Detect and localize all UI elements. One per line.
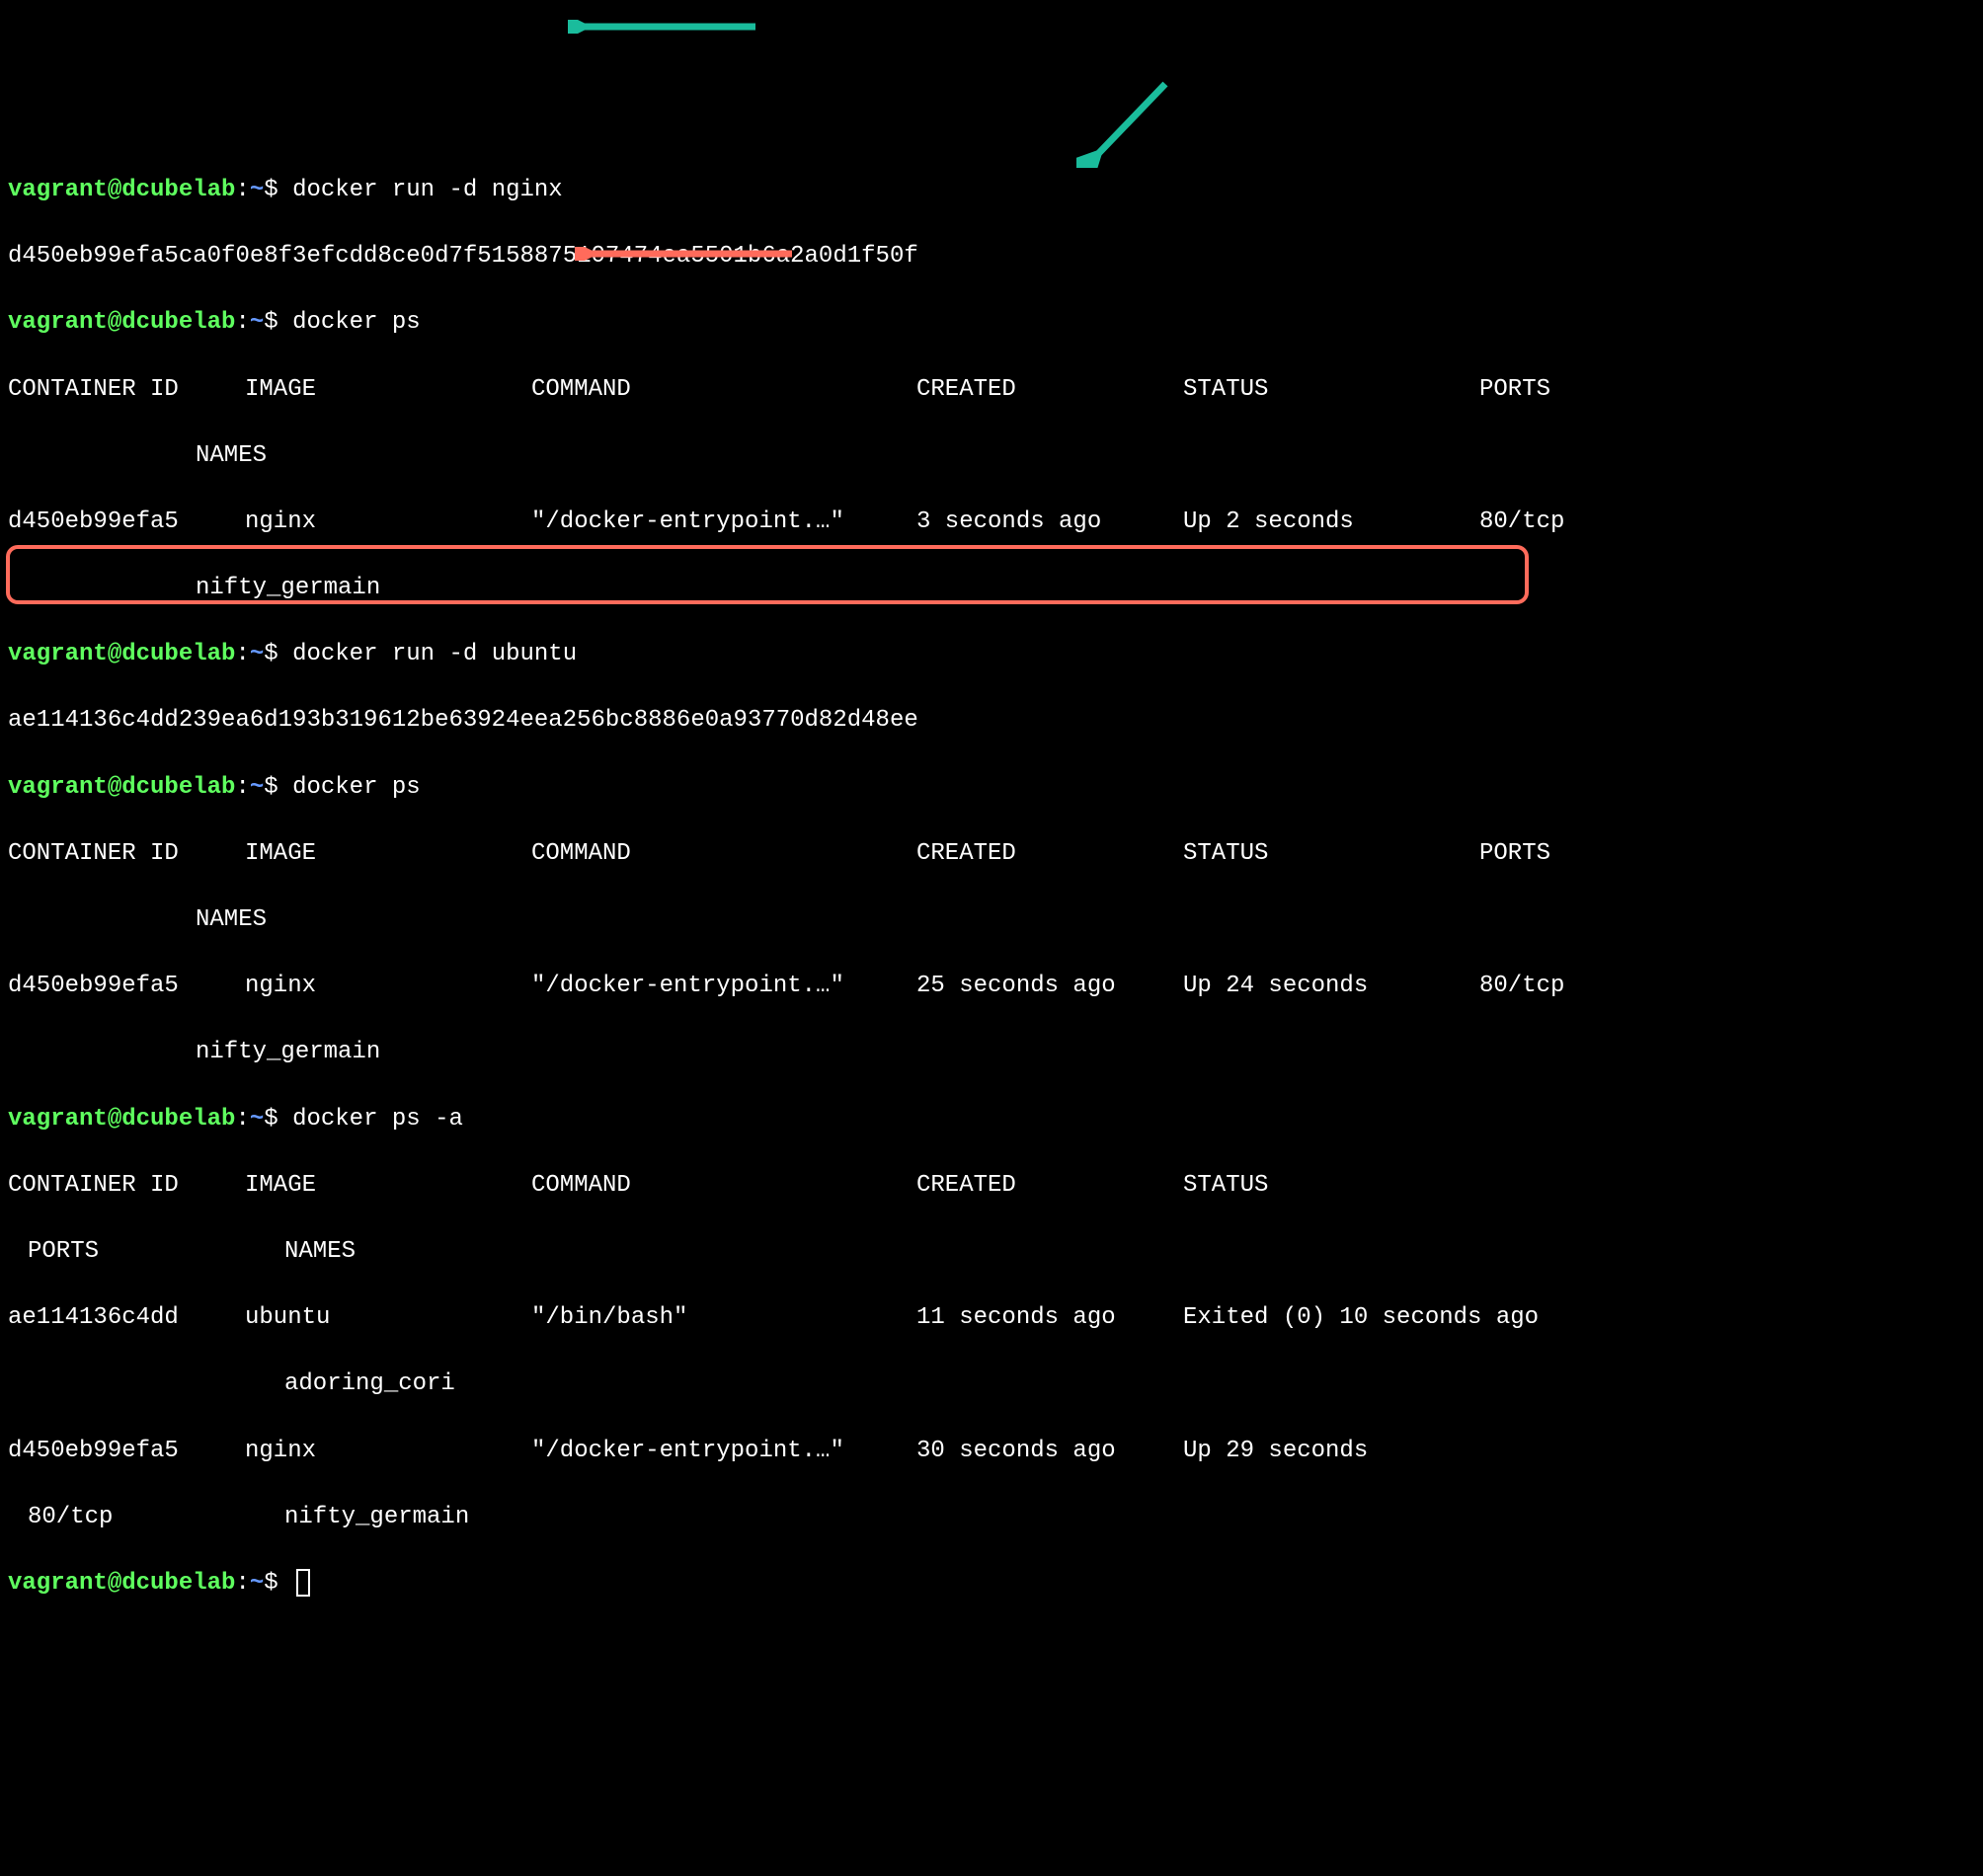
annotation-arrow-teal-icon [568, 20, 755, 34]
ps-header-2: CONTAINER IDIMAGECOMMANDCREATEDSTATUSPOR… [8, 837, 1975, 871]
command-docker-run-nginx: docker run -d nginx [292, 177, 563, 203]
ps3-row2: d450eb99efa5nginx"/docker-entrypoint.…"3… [8, 1435, 1975, 1468]
ps1-row1-names: nifty_germain [8, 572, 1975, 605]
prompt-user: vagrant@dcubelab [8, 309, 235, 336]
prompt-colon: : [235, 774, 249, 801]
prompt-dollar: $ [264, 177, 278, 203]
prompt-dollar: $ [264, 1106, 278, 1133]
prompt-path: ~ [250, 309, 264, 336]
ps3-row1-names: adoring_cori [8, 1368, 1975, 1401]
command-docker-run-ubuntu: docker run -d ubuntu [292, 641, 577, 667]
prompt-colon: : [235, 177, 249, 203]
terminal-output[interactable]: vagrant@dcubelab:~$ docker run -d nginx … [8, 140, 1975, 1633]
prompt-user: vagrant@dcubelab [8, 1570, 235, 1597]
ps2-row1: d450eb99efa5nginx"/docker-entrypoint.…"2… [8, 970, 1975, 1003]
ps2-row1-names: nifty_germain [8, 1036, 1975, 1069]
prompt-colon: : [235, 1570, 249, 1597]
prompt-path: ~ [250, 177, 264, 203]
command-docker-ps-2: docker ps [292, 774, 421, 801]
ps-header-names-1: NAMES [8, 439, 1975, 473]
ps3-row2-ports-names: 80/tcpnifty_germain [8, 1501, 1975, 1534]
cursor-icon [296, 1569, 310, 1597]
ps-header-1: CONTAINER IDIMAGECOMMANDCREATEDSTATUSPOR… [8, 373, 1975, 407]
prompt-dollar: $ [264, 309, 278, 336]
prompt-colon: : [235, 309, 249, 336]
prompt-path: ~ [250, 774, 264, 801]
prompt-path: ~ [250, 1106, 264, 1133]
output-hash-nginx: d450eb99efa5ca0f0e8f3efcdd8ce0d7f5158875… [8, 240, 1975, 274]
prompt-user: vagrant@dcubelab [8, 641, 235, 667]
prompt-dollar: $ [264, 1570, 278, 1597]
prompt-path: ~ [250, 1570, 264, 1597]
ps1-row1: d450eb99efa5nginx"/docker-entrypoint.…"3… [8, 506, 1975, 539]
prompt-colon: : [235, 1106, 249, 1133]
ps-header-3: CONTAINER IDIMAGECOMMANDCREATEDSTATUS [8, 1169, 1975, 1203]
prompt-dollar: $ [264, 774, 278, 801]
command-docker-ps-1: docker ps [292, 309, 421, 336]
ps3-row1: ae114136c4ddubuntu"/bin/bash"11 seconds … [8, 1301, 1975, 1335]
prompt-path: ~ [250, 641, 264, 667]
ps-header-names-2: NAMES [8, 903, 1975, 937]
prompt-user: vagrant@dcubelab [8, 1106, 235, 1133]
ps-header-ports-names-3: PORTSNAMES [8, 1235, 1975, 1269]
prompt-user: vagrant@dcubelab [8, 774, 235, 801]
prompt-user: vagrant@dcubelab [8, 177, 235, 203]
output-hash-ubuntu: ae114136c4dd239ea6d193b319612be63924eea2… [8, 704, 1975, 738]
prompt-dollar: $ [264, 641, 278, 667]
prompt-colon: : [235, 641, 249, 667]
command-docker-ps-a: docker ps -a [292, 1106, 463, 1133]
